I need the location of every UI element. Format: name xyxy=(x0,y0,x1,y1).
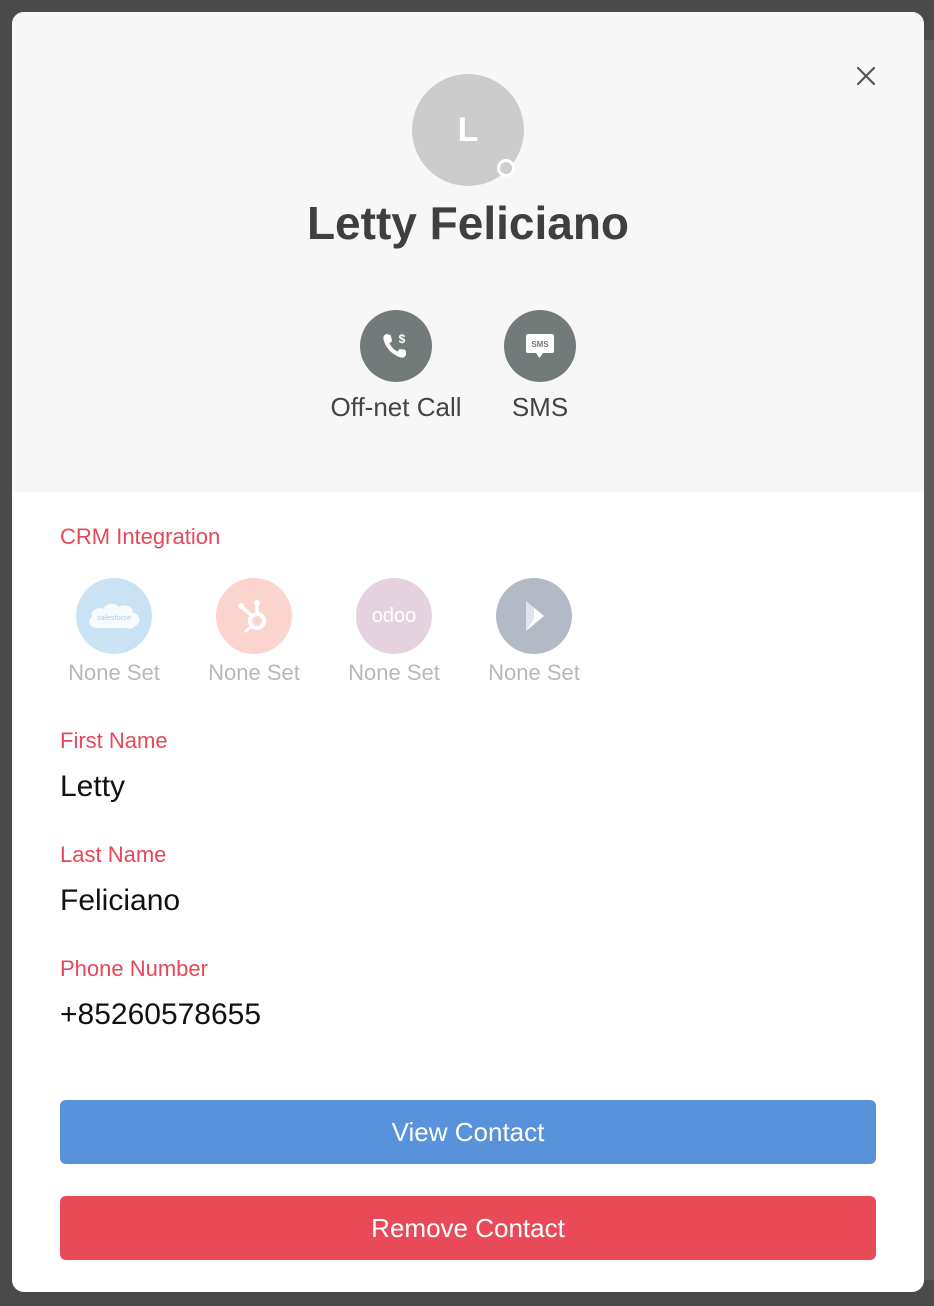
view-contact-button[interactable]: View Contact xyxy=(60,1100,876,1164)
sms-circle: SMS xyxy=(504,310,576,382)
phone-number-label: Phone Number xyxy=(60,956,208,981)
last-name-label: Last Name xyxy=(60,842,167,867)
crm-integration-list: salesforce None Set None Set odoo None S… xyxy=(60,578,660,688)
close-icon xyxy=(856,66,876,86)
sms-label: SMS xyxy=(511,392,569,422)
avatar-initial: L xyxy=(457,110,479,149)
crm-item-dynamics[interactable]: None Set xyxy=(480,578,588,686)
sms-icon-text: SMS xyxy=(531,340,549,349)
crm-item-salesforce[interactable]: salesforce None Set xyxy=(60,578,168,686)
phone-number-value: +85260578655 xyxy=(60,998,262,1031)
phone-dollar-icon: $ xyxy=(383,332,406,358)
contact-modal: L Letty Feliciano $ Off-net Call SMS SMS… xyxy=(12,12,924,1292)
dynamics-icon xyxy=(526,601,544,631)
crm-status-hubspot: None Set xyxy=(208,660,300,685)
first-name-label: First Name xyxy=(60,728,168,753)
last-name-value: Feliciano xyxy=(60,884,181,917)
close-button[interactable] xyxy=(852,62,880,90)
hubspot-icon xyxy=(238,600,266,633)
odoo-logo-circle: odoo xyxy=(356,578,432,654)
crm-item-hubspot[interactable]: None Set xyxy=(200,578,308,686)
first-name-value: Letty xyxy=(60,770,126,803)
crm-integration-title: CRM Integration xyxy=(60,524,221,549)
sms-button[interactable]: SMS SMS xyxy=(455,310,625,423)
dynamics-logo-circle xyxy=(496,578,572,654)
off-net-call-label: Off-net Call xyxy=(330,392,462,422)
salesforce-logo-text: salesforce xyxy=(97,613,131,622)
presence-status-dot xyxy=(497,159,515,177)
hubspot-logo-circle xyxy=(216,578,292,654)
salesforce-icon: salesforce xyxy=(89,603,140,629)
modal-header: L Letty Feliciano $ Off-net Call SMS SMS xyxy=(12,12,924,492)
crm-item-odoo[interactable]: odoo None Set xyxy=(340,578,448,686)
crm-status-salesforce: None Set xyxy=(68,660,160,685)
phone-number-field: Phone Number +85260578655 xyxy=(60,956,876,1032)
contact-name: Letty Feliciano xyxy=(306,197,630,249)
remove-contact-button[interactable]: Remove Contact xyxy=(60,1196,876,1260)
first-name-field: First Name Letty xyxy=(60,728,876,804)
svg-text:$: $ xyxy=(399,332,406,346)
last-name-field: Last Name Feliciano xyxy=(60,842,876,918)
off-net-call-circle: $ xyxy=(360,310,432,382)
sms-bubble-icon: SMS xyxy=(526,334,554,358)
odoo-logo-text: odoo xyxy=(372,605,417,627)
crm-status-odoo: None Set xyxy=(348,660,440,685)
salesforce-logo-circle: salesforce xyxy=(76,578,152,654)
odoo-icon: odoo xyxy=(372,605,417,627)
crm-status-dynamics: None Set xyxy=(488,660,580,685)
